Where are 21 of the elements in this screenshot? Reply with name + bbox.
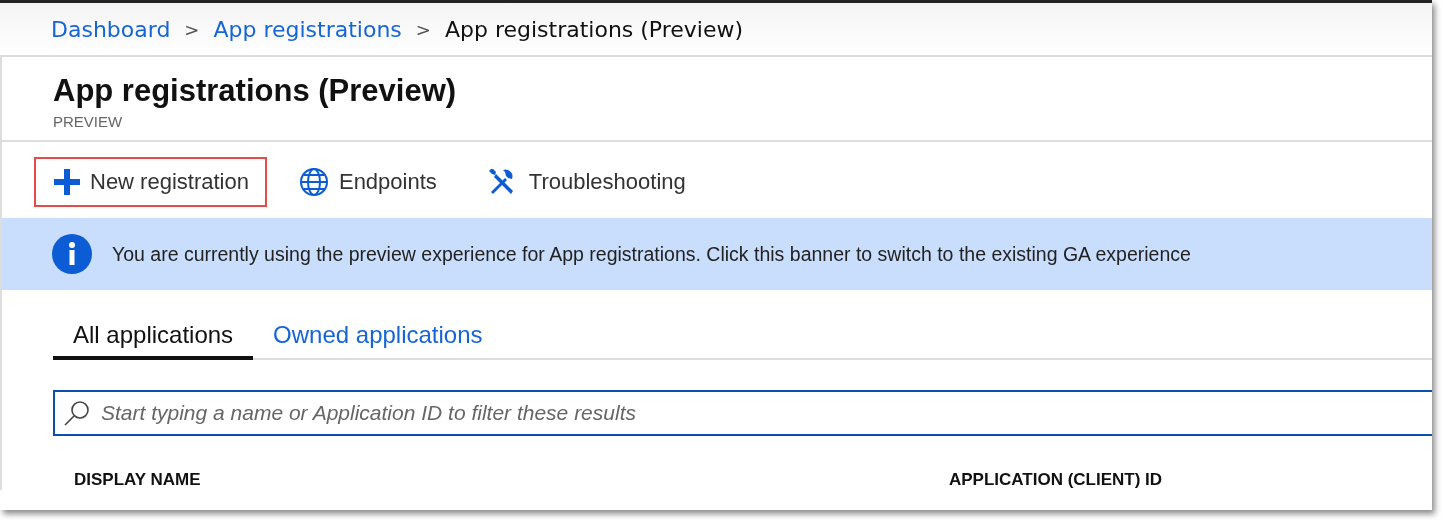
plus-icon [54, 169, 80, 195]
page-title: App registrations (Preview) [53, 73, 458, 109]
banner-text: You are currently using the preview experience for App registrations. Click this banner to switch to the existing GA experience [112, 242, 1191, 266]
column-header: APPLICATION (CLIENT) ID [949, 470, 1163, 490]
globe-icon [298, 167, 329, 197]
search-icon [63, 399, 91, 427]
toolbar-button[interactable]: New registration [34, 157, 267, 207]
toolbar-button[interactable]: Endpoints [278, 155, 455, 209]
breadcrumb-separator: > [415, 18, 431, 40]
search-field[interactable]: Start typing a name or Application ID to filter these results [53, 390, 1432, 436]
info-icon [52, 234, 92, 274]
info-banner[interactable]: You are currently using the preview experience for App registrations. Click this banner to switch to the existing GA experience [2, 218, 1432, 290]
tab[interactable]: All applications [53, 314, 254, 360]
toolbar-button[interactable]: Troubleshooting [466, 154, 704, 210]
breadcrumb-current: App registrations (Preview) [444, 16, 744, 42]
breadcrumb-link[interactable]: App registrations [213, 16, 402, 42]
breadcrumb-link[interactable]: Dashboard [51, 16, 171, 42]
column-header: DISPLAY NAME [74, 470, 202, 490]
breadcrumb-separator: > [184, 18, 200, 40]
tab[interactable]: Owned applications [253, 314, 503, 360]
page-subtitle: PREVIEW [53, 113, 124, 130]
